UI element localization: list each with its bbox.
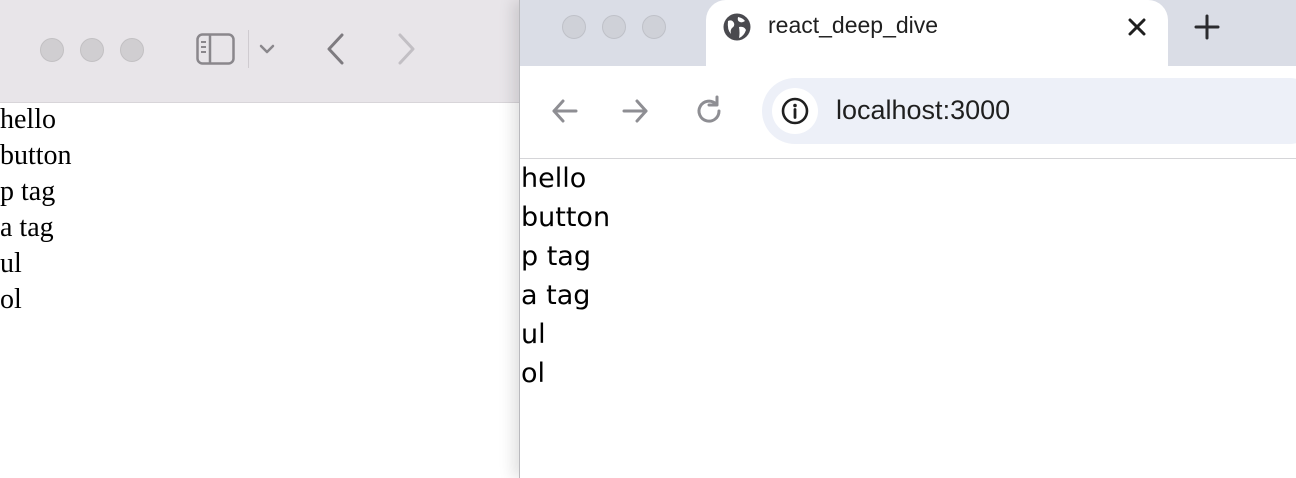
back-arrow-icon[interactable] bbox=[548, 94, 582, 128]
text-line: ol bbox=[521, 358, 546, 389]
close-window-button[interactable] bbox=[562, 15, 586, 39]
plus-icon[interactable] bbox=[1192, 12, 1222, 42]
tab-react-deep-dive[interactable]: react_deep_dive bbox=[706, 0, 1168, 66]
zoom-window-button[interactable] bbox=[120, 38, 144, 62]
forward-arrow-icon[interactable] bbox=[618, 94, 652, 128]
minimize-window-button[interactable] bbox=[80, 38, 104, 62]
chrome-window: react_deep_dive localhost:3000 hello but… bbox=[519, 0, 1296, 478]
minimize-window-button[interactable] bbox=[602, 15, 626, 39]
close-icon[interactable] bbox=[1124, 14, 1150, 40]
text-line: a tag bbox=[521, 280, 591, 311]
text-line: button bbox=[0, 140, 72, 171]
text-line: p tag bbox=[521, 241, 591, 272]
sidebar-icon[interactable] bbox=[196, 33, 236, 70]
back-arrow-icon[interactable] bbox=[322, 32, 350, 71]
safari-page-content: hello button p tag a tag ul ol bbox=[0, 102, 72, 318]
tab-strip: react_deep_dive bbox=[520, 0, 1296, 66]
text-line: button bbox=[521, 202, 611, 233]
text-line: ul bbox=[521, 319, 546, 350]
chrome-page-content: hello button p tag a tag ul ol bbox=[521, 159, 610, 393]
text-line: hello bbox=[0, 104, 56, 135]
text-line: a tag bbox=[0, 212, 54, 243]
zoom-window-button[interactable] bbox=[642, 15, 666, 39]
safari-toolbar bbox=[0, 0, 520, 103]
forward-arrow-icon[interactable] bbox=[392, 32, 420, 71]
globe-icon bbox=[722, 12, 752, 47]
chevron-down-icon[interactable] bbox=[258, 42, 276, 61]
safari-window: hello button p tag a tag ul ol bbox=[0, 0, 520, 478]
text-line: p tag bbox=[0, 176, 56, 207]
close-window-button[interactable] bbox=[40, 38, 64, 62]
toolbar-divider bbox=[248, 30, 249, 68]
info-icon[interactable] bbox=[772, 88, 818, 134]
navigation-bar: localhost:3000 bbox=[520, 66, 1296, 159]
tab-title: react_deep_dive bbox=[768, 12, 939, 38]
url-text[interactable]: localhost:3000 bbox=[836, 95, 1010, 126]
address-bar[interactable]: localhost:3000 bbox=[762, 78, 1296, 144]
reload-icon[interactable] bbox=[692, 94, 726, 128]
text-line: ul bbox=[0, 248, 22, 279]
text-line: hello bbox=[521, 163, 587, 194]
text-line: ol bbox=[0, 284, 22, 315]
